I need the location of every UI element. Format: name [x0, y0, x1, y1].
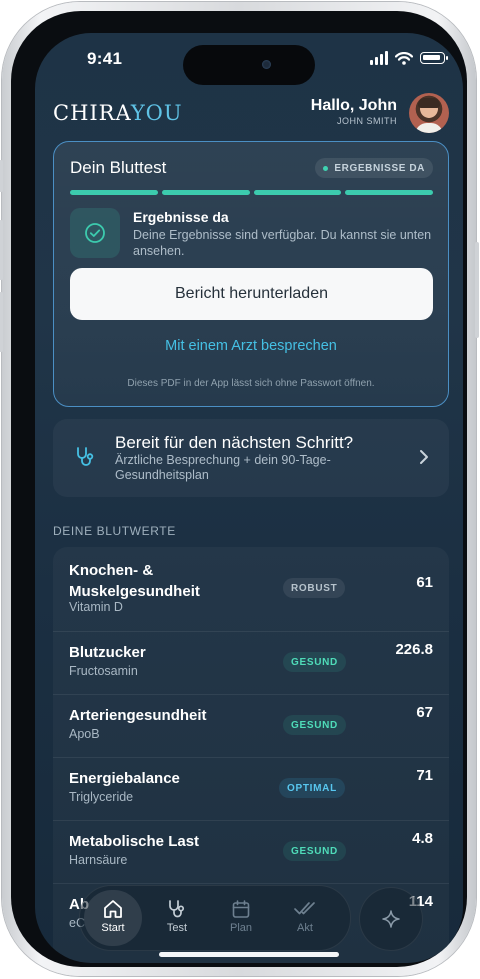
item-value: 4.8: [412, 830, 433, 847]
tab-label: Plan: [229, 922, 253, 934]
pdf-note: Dieses PDF in der App lässt sich ohne Pa…: [127, 378, 375, 389]
download-report-button[interactable]: Bericht herunterladen: [70, 268, 433, 320]
list-item[interactable]: Knochen- & Muskelgesundheit Vitamin D RO…: [53, 547, 449, 632]
double-check-icon: [294, 902, 315, 915]
signal-icon: [370, 51, 388, 65]
check-circle-icon: [70, 208, 120, 258]
status-badge: ROBUST: [283, 578, 346, 598]
item-name: Blutzucker: [69, 644, 146, 661]
item-sub: Fructosamin: [69, 664, 138, 678]
stethoscope-icon: [169, 900, 185, 918]
greeting: Hallo, John JOHN SMITH: [311, 97, 397, 126]
section-label-bloodvalues: DEINE BLUTWERTE: [53, 524, 176, 538]
tab-akt[interactable]: Akt: [276, 890, 334, 946]
discuss-with-doctor-link[interactable]: Mit einem Arzt besprechen: [54, 338, 448, 354]
progress-step: [161, 190, 250, 195]
status-badge-label: ERGEBNISSE DA: [334, 162, 425, 174]
tab-plan[interactable]: Plan: [212, 890, 270, 946]
screen: 9:41 CHIRAYOU Hallo, John JOHN SMITH Dei…: [35, 33, 463, 963]
progress-step: [70, 190, 158, 195]
battery-icon: [420, 52, 448, 64]
item-name: Arteriengesundheit: [69, 707, 207, 724]
status-icons: [370, 51, 448, 65]
home-icon: [104, 900, 122, 918]
progress-step: [345, 190, 433, 195]
app-logo: CHIRAYOU: [53, 101, 183, 125]
tab-start[interactable]: Start: [84, 890, 142, 946]
logo-text-part2: YOU: [130, 101, 183, 125]
item-sub: Harnsäure: [69, 853, 128, 867]
volume-down-button: [0, 292, 3, 352]
item-name: Knochen- & Muskelgesundheit: [69, 562, 200, 600]
item-value: 61: [416, 574, 433, 591]
home-indicator[interactable]: [159, 952, 339, 957]
tab-label: Akt: [297, 922, 313, 934]
tab-label: Test: [166, 922, 188, 934]
results-title: Ergebnisse da: [133, 209, 229, 225]
mute-switch: [0, 160, 3, 192]
next-step-card[interactable]: Bereit für den nächsten Schritt? Ärztlic…: [53, 419, 449, 497]
status-badge: GESUND: [283, 715, 346, 735]
progress-step: [253, 190, 342, 195]
bloodtest-title: Dein Bluttest: [70, 158, 167, 177]
phone-frame: 9:41 CHIRAYOU Hallo, John JOHN SMITH Dei…: [0, 2, 479, 976]
results-description: Deine Ergebnisse sind verfügbar. Du kann…: [133, 228, 432, 258]
status-dot-icon: [323, 165, 329, 171]
bloodtest-card: Dein Bluttest ERGEBNISSE DA Ergebnisse d…: [53, 141, 449, 407]
item-sub: Triglyceride: [69, 790, 134, 804]
wifi-icon: [395, 51, 413, 65]
item-value: 226.8: [395, 641, 433, 658]
status-badge: OPTIMAL: [279, 778, 345, 798]
assistant-button[interactable]: [359, 887, 423, 951]
greeting-text: Hallo, John: [310, 97, 397, 114]
next-step-title: Bereit für den nächsten Schritt?: [115, 433, 354, 452]
status-time: 9:41: [87, 49, 123, 68]
power-button: [475, 242, 479, 338]
progress-bar: [70, 190, 433, 195]
list-item[interactable]: Metabolische Last Harnsäure GESUND 4.8: [53, 820, 449, 884]
camera-icon: [262, 60, 271, 69]
status-badge: ERGEBNISSE DA: [315, 158, 433, 178]
tab-bar: Start Test Plan Akt: [79, 885, 351, 951]
sparkle-icon: [382, 910, 400, 928]
item-value: 67: [416, 704, 433, 721]
next-step-description: Ärztliche Besprechung + dein 90-Tage-Ges…: [115, 453, 331, 482]
status-badge: GESUND: [283, 652, 346, 672]
bezel: 9:41 CHIRAYOU Hallo, John JOHN SMITH Dei…: [11, 11, 467, 967]
stethoscope-icon: [77, 447, 94, 466]
tab-test[interactable]: Test: [148, 890, 206, 946]
logo-text-part1: CHIRA: [53, 101, 131, 125]
list-item[interactable]: Energiebalance Triglyceride OPTIMAL 71: [53, 757, 449, 821]
list-item[interactable]: Arteriengesundheit ApoB GESUND 67: [53, 694, 449, 758]
item-name: Energiebalance: [69, 770, 180, 787]
dynamic-island: [183, 45, 315, 85]
list-item[interactable]: Blutzucker Fructosamin GESUND 226.8: [53, 631, 449, 695]
calendar-icon: [232, 900, 250, 918]
item-sub: Vitamin D: [69, 600, 123, 614]
avatar[interactable]: [409, 93, 449, 133]
volume-up-button: [0, 220, 3, 280]
chevron-right-icon: [420, 450, 428, 464]
item-value: 71: [416, 767, 433, 784]
item-sub: ApoB: [69, 727, 100, 741]
tab-label: Start: [101, 922, 125, 934]
item-name: Metabolische Last: [69, 833, 200, 850]
user-name: JOHN SMITH: [337, 116, 397, 126]
status-badge: GESUND: [283, 841, 346, 861]
